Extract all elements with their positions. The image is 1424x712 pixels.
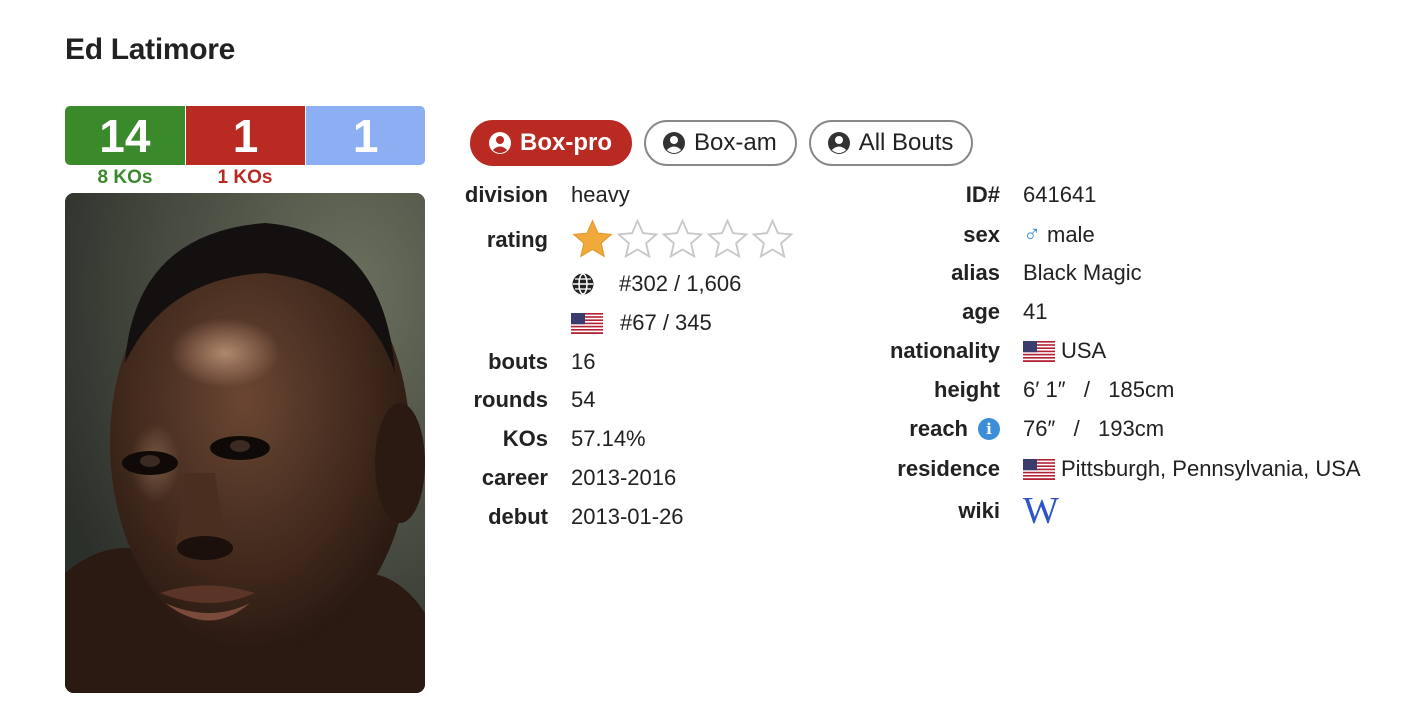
country-rank-value: #67 / 345 bbox=[620, 310, 712, 335]
male-symbol-icon: ♂ bbox=[1023, 221, 1041, 248]
tab-all-bouts[interactable]: All Bouts bbox=[808, 120, 974, 166]
record-summary: 14 1 1 bbox=[65, 106, 425, 165]
boxer-name: Ed Latimore bbox=[65, 33, 236, 66]
rating-stars bbox=[570, 217, 795, 262]
height-row: height 6′ 1″ / 185cm bbox=[795, 377, 1174, 403]
draws-count[interactable]: 1 bbox=[305, 106, 425, 165]
residence-row: residence Pittsburgh, Pennsylvania, USA bbox=[795, 456, 1361, 482]
star-empty-icon bbox=[751, 218, 794, 259]
alias-value: Black Magic bbox=[1023, 260, 1142, 285]
globe-icon bbox=[572, 273, 594, 295]
bouts-row: bouts 16 bbox=[396, 349, 595, 375]
alias-label: alias bbox=[951, 260, 1000, 285]
id-label: ID# bbox=[965, 182, 1000, 207]
user-circle-icon bbox=[663, 132, 685, 154]
reach-row: reach i 76″ / 193cm bbox=[795, 416, 1164, 442]
residence-value-wrap[interactable]: Pittsburgh, Pennsylvania, USA bbox=[1023, 456, 1361, 482]
bouts-label: bouts bbox=[488, 349, 548, 374]
bout-type-tabs: Box-pro Box-am All Bouts bbox=[470, 120, 974, 166]
division-row: division heavy bbox=[396, 182, 630, 208]
star-empty-icon bbox=[706, 218, 749, 259]
residence-value: Pittsburgh, Pennsylvania, USA bbox=[1061, 456, 1361, 481]
rounds-row: rounds 54 bbox=[396, 387, 595, 413]
wiki-link[interactable]: W bbox=[1023, 492, 1059, 530]
reach-label-wrap: reach i bbox=[795, 416, 1000, 442]
age-value: 41 bbox=[1023, 299, 1048, 324]
reach-label: reach bbox=[909, 416, 968, 441]
sex-label: sex bbox=[963, 222, 1000, 247]
division-value[interactable]: heavy bbox=[571, 182, 630, 208]
debut-value[interactable]: 2013-01-26 bbox=[571, 504, 684, 530]
nationality-label: nationality bbox=[889, 338, 1000, 363]
losses-count[interactable]: 1 bbox=[184, 106, 306, 165]
reach-value: 76″ / 193cm bbox=[1023, 416, 1165, 441]
kos-row: KOs 57.14% bbox=[396, 426, 646, 452]
losses-kos: 1 KOs bbox=[217, 167, 273, 188]
star-empty-icon bbox=[661, 218, 704, 259]
tab-label: Box-pro bbox=[520, 129, 612, 156]
wins-kos: 8 KOs bbox=[97, 167, 153, 188]
kos-label: KOs bbox=[502, 426, 548, 451]
id-value: 641641 bbox=[1023, 182, 1097, 207]
kos-value: 57.14% bbox=[571, 426, 646, 451]
rating-row: rating bbox=[396, 217, 795, 262]
tab-label: All Bouts bbox=[858, 129, 954, 156]
star-empty-icon bbox=[616, 218, 659, 259]
star-filled-icon bbox=[572, 219, 613, 258]
wikipedia-icon: W bbox=[1023, 490, 1059, 532]
sex-value-wrap: ♂ male bbox=[1023, 221, 1095, 249]
sex-row: sex ♂ male bbox=[795, 221, 1095, 249]
world-rank-row[interactable]: #302 / 1,606 bbox=[571, 271, 741, 297]
alias-row: alias Black Magic bbox=[795, 260, 1142, 286]
tab-box-pro[interactable]: Box-pro bbox=[470, 120, 632, 166]
career-row: career 2013-2016 bbox=[396, 465, 676, 491]
height-value: 6′ 1″ / 185cm bbox=[1023, 377, 1175, 402]
rounds-value: 54 bbox=[571, 387, 596, 412]
nationality-value-wrap[interactable]: USA bbox=[1023, 338, 1106, 364]
us-flag-icon bbox=[1023, 458, 1055, 480]
wiki-row: wiki W bbox=[795, 492, 1059, 530]
wins-count[interactable]: 14 bbox=[65, 106, 185, 165]
sex-value: male bbox=[1047, 222, 1095, 247]
boxer-photo bbox=[65, 193, 425, 693]
tab-label: Box-am bbox=[694, 129, 777, 156]
career-value: 2013-2016 bbox=[571, 465, 677, 490]
rating-label: rating bbox=[486, 227, 548, 252]
age-row: age 41 bbox=[795, 299, 1047, 325]
career-label: career bbox=[481, 465, 548, 490]
user-circle-icon bbox=[827, 132, 850, 154]
debut-label: debut bbox=[488, 504, 548, 529]
id-row: ID# 641641 bbox=[795, 182, 1097, 208]
rounds-label: rounds bbox=[473, 387, 548, 412]
country-rank-row[interactable]: #67 / 345 bbox=[571, 310, 712, 336]
user-circle-icon bbox=[489, 132, 511, 154]
tab-box-am[interactable]: Box-am bbox=[644, 120, 797, 166]
us-flag-icon bbox=[1023, 340, 1055, 362]
bouts-value: 16 bbox=[571, 349, 596, 374]
division-label: division bbox=[464, 182, 548, 207]
wiki-label: wiki bbox=[958, 498, 1000, 523]
height-label: height bbox=[934, 377, 1000, 402]
residence-label: residence bbox=[897, 456, 1000, 481]
world-rank-value: #302 / 1,606 bbox=[619, 271, 742, 296]
nationality-value: USA bbox=[1061, 338, 1107, 363]
nationality-row: nationality USA bbox=[795, 338, 1106, 364]
info-icon[interactable]: i bbox=[978, 418, 1000, 440]
age-label: age bbox=[962, 299, 1000, 324]
us-flag-icon bbox=[571, 312, 603, 334]
debut-row: debut 2013-01-26 bbox=[396, 504, 684, 530]
